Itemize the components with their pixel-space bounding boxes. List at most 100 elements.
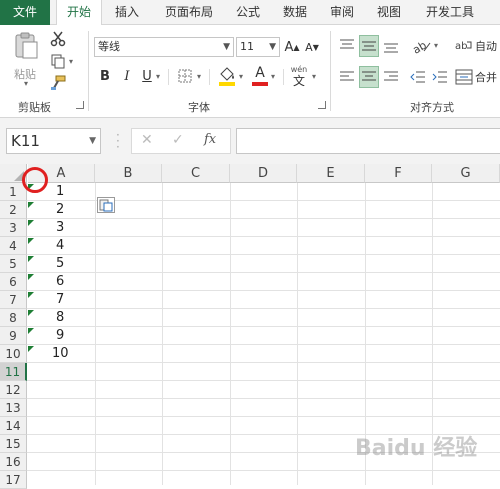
error-indicator-icon[interactable] bbox=[28, 346, 34, 352]
tab-developer[interactable]: 开发工具 bbox=[415, 0, 485, 25]
gridline bbox=[297, 183, 298, 485]
decrease-font-size-button[interactable]: A ▼ bbox=[303, 37, 321, 57]
tab-view[interactable]: 视图 bbox=[367, 0, 411, 25]
cut-button[interactable] bbox=[48, 30, 68, 48]
copy-dropdown-icon[interactable]: ▾ bbox=[69, 57, 73, 66]
align-bottom-button[interactable] bbox=[381, 35, 401, 57]
wrap-text-button[interactable]: ab 自动 bbox=[455, 35, 500, 57]
format-painter-button[interactable] bbox=[48, 74, 68, 92]
increase-font-size-button[interactable]: A ▲ bbox=[283, 37, 301, 57]
divider bbox=[168, 69, 169, 85]
paste-dropdown-icon[interactable]: ▾ bbox=[24, 79, 28, 88]
row-header-active[interactable]: 11 bbox=[0, 363, 27, 381]
cancel-icon[interactable]: ✕ bbox=[141, 132, 153, 148]
row-header[interactable]: 7 bbox=[0, 291, 27, 309]
column-header-f[interactable]: F bbox=[365, 164, 432, 183]
clipboard-launcher-icon[interactable] bbox=[76, 101, 84, 109]
formula-input[interactable] bbox=[236, 128, 500, 154]
chevron-down-icon: ▼ bbox=[223, 42, 230, 52]
orientation-button[interactable]: ab bbox=[410, 35, 434, 57]
cell-a2[interactable]: 2 bbox=[28, 201, 95, 218]
row-header[interactable]: 6 bbox=[0, 273, 27, 291]
error-indicator-icon[interactable] bbox=[28, 328, 34, 334]
orientation-dropdown-icon[interactable]: ▾ bbox=[434, 41, 438, 50]
tab-page-layout[interactable]: 页面布局 bbox=[154, 0, 224, 25]
column-header-g[interactable]: G bbox=[432, 164, 500, 183]
font-size-select[interactable]: 11 ▼ bbox=[236, 37, 280, 57]
cell-a7[interactable]: 7 bbox=[28, 291, 95, 308]
phonetic-guide-button[interactable]: wén 文 bbox=[288, 63, 310, 89]
font-color-swatch bbox=[252, 82, 268, 86]
gridline bbox=[27, 380, 500, 381]
insert-function-button[interactable]: fx bbox=[204, 132, 216, 147]
underline-dropdown-icon[interactable]: ▾ bbox=[156, 72, 160, 81]
increase-indent-button[interactable] bbox=[430, 66, 450, 88]
align-middle-button[interactable] bbox=[359, 35, 379, 57]
row-header[interactable]: 4 bbox=[0, 237, 27, 255]
cell-a10[interactable]: 10 bbox=[28, 345, 95, 362]
row-header[interactable]: 13 bbox=[0, 399, 27, 417]
tab-home[interactable]: 开始 bbox=[56, 0, 102, 26]
error-indicator-icon[interactable] bbox=[28, 274, 34, 280]
row-header[interactable]: 14 bbox=[0, 417, 27, 435]
row-header[interactable]: 3 bbox=[0, 219, 27, 237]
formula-bar: K11 ▼ · · · ✕ ✓ fx bbox=[0, 118, 500, 164]
row-header[interactable]: 2 bbox=[0, 201, 27, 219]
column-header-c[interactable]: C bbox=[162, 164, 230, 183]
column-header-d[interactable]: D bbox=[230, 164, 297, 183]
row-header[interactable]: 10 bbox=[0, 345, 27, 363]
row-header[interactable]: 15 bbox=[0, 435, 27, 453]
cell-a8[interactable]: 8 bbox=[28, 309, 95, 326]
tab-data[interactable]: 数据 bbox=[273, 0, 317, 25]
row-header[interactable]: 12 bbox=[0, 381, 27, 399]
font-color-dropdown-icon[interactable]: ▾ bbox=[271, 72, 275, 81]
row-header[interactable]: 9 bbox=[0, 327, 27, 345]
paint-bucket-icon bbox=[219, 67, 235, 86]
error-indicator-icon[interactable] bbox=[28, 202, 34, 208]
tab-file[interactable]: 文件 bbox=[0, 0, 50, 25]
borders-button[interactable] bbox=[176, 67, 194, 85]
error-indicator-icon[interactable] bbox=[28, 238, 34, 244]
font-name-select[interactable]: 等线 ▼ bbox=[94, 37, 234, 57]
name-box[interactable]: K11 ▼ bbox=[6, 128, 101, 154]
paste-button[interactable] bbox=[8, 31, 44, 61]
row-header[interactable]: 8 bbox=[0, 309, 27, 327]
cell-a3[interactable]: 3 bbox=[28, 219, 95, 236]
cell-a4[interactable]: 4 bbox=[28, 237, 95, 254]
enter-check-icon[interactable]: ✓ bbox=[172, 132, 184, 148]
error-indicator-icon[interactable] bbox=[28, 220, 34, 226]
align-right-button[interactable] bbox=[381, 66, 401, 88]
column-header-e[interactable]: E bbox=[297, 164, 365, 183]
tab-insert[interactable]: 插入 bbox=[105, 0, 149, 25]
error-indicator-icon[interactable] bbox=[28, 310, 34, 316]
error-indicator-icon[interactable] bbox=[28, 256, 34, 262]
cell-a9[interactable]: 9 bbox=[28, 327, 95, 344]
font-color-button[interactable]: A bbox=[251, 65, 269, 87]
borders-dropdown-icon[interactable]: ▾ bbox=[197, 72, 201, 81]
error-indicator-icon[interactable] bbox=[28, 292, 34, 298]
italic-button[interactable]: I bbox=[118, 66, 136, 86]
phonetic-dropdown-icon[interactable]: ▾ bbox=[312, 72, 316, 81]
paste-options-button[interactable] bbox=[97, 197, 115, 213]
cell-a5[interactable]: 5 bbox=[28, 255, 95, 272]
fill-color-button[interactable] bbox=[217, 65, 237, 87]
tab-review[interactable]: 审阅 bbox=[320, 0, 364, 25]
underline-button[interactable]: U bbox=[140, 66, 154, 86]
align-left-button[interactable] bbox=[337, 66, 357, 88]
row-header[interactable]: 16 bbox=[0, 453, 27, 471]
merge-center-button[interactable]: 合并 bbox=[455, 66, 500, 88]
grip-dots-icon[interactable]: · · · bbox=[116, 129, 120, 153]
font-launcher-icon[interactable] bbox=[318, 101, 326, 109]
align-center-button[interactable] bbox=[359, 66, 379, 88]
decrease-indent-button[interactable] bbox=[408, 66, 428, 88]
align-top-button[interactable] bbox=[337, 35, 357, 57]
row-header[interactable]: 5 bbox=[0, 255, 27, 273]
tab-formulas[interactable]: 公式 bbox=[226, 0, 270, 25]
column-header-b[interactable]: B bbox=[95, 164, 162, 183]
row-header[interactable]: 17 bbox=[0, 471, 27, 489]
cell-a6[interactable]: 6 bbox=[28, 273, 95, 290]
bold-button[interactable]: B bbox=[96, 66, 114, 86]
fill-color-dropdown-icon[interactable]: ▾ bbox=[239, 72, 243, 81]
gridline bbox=[95, 183, 96, 485]
copy-button[interactable] bbox=[48, 52, 68, 70]
